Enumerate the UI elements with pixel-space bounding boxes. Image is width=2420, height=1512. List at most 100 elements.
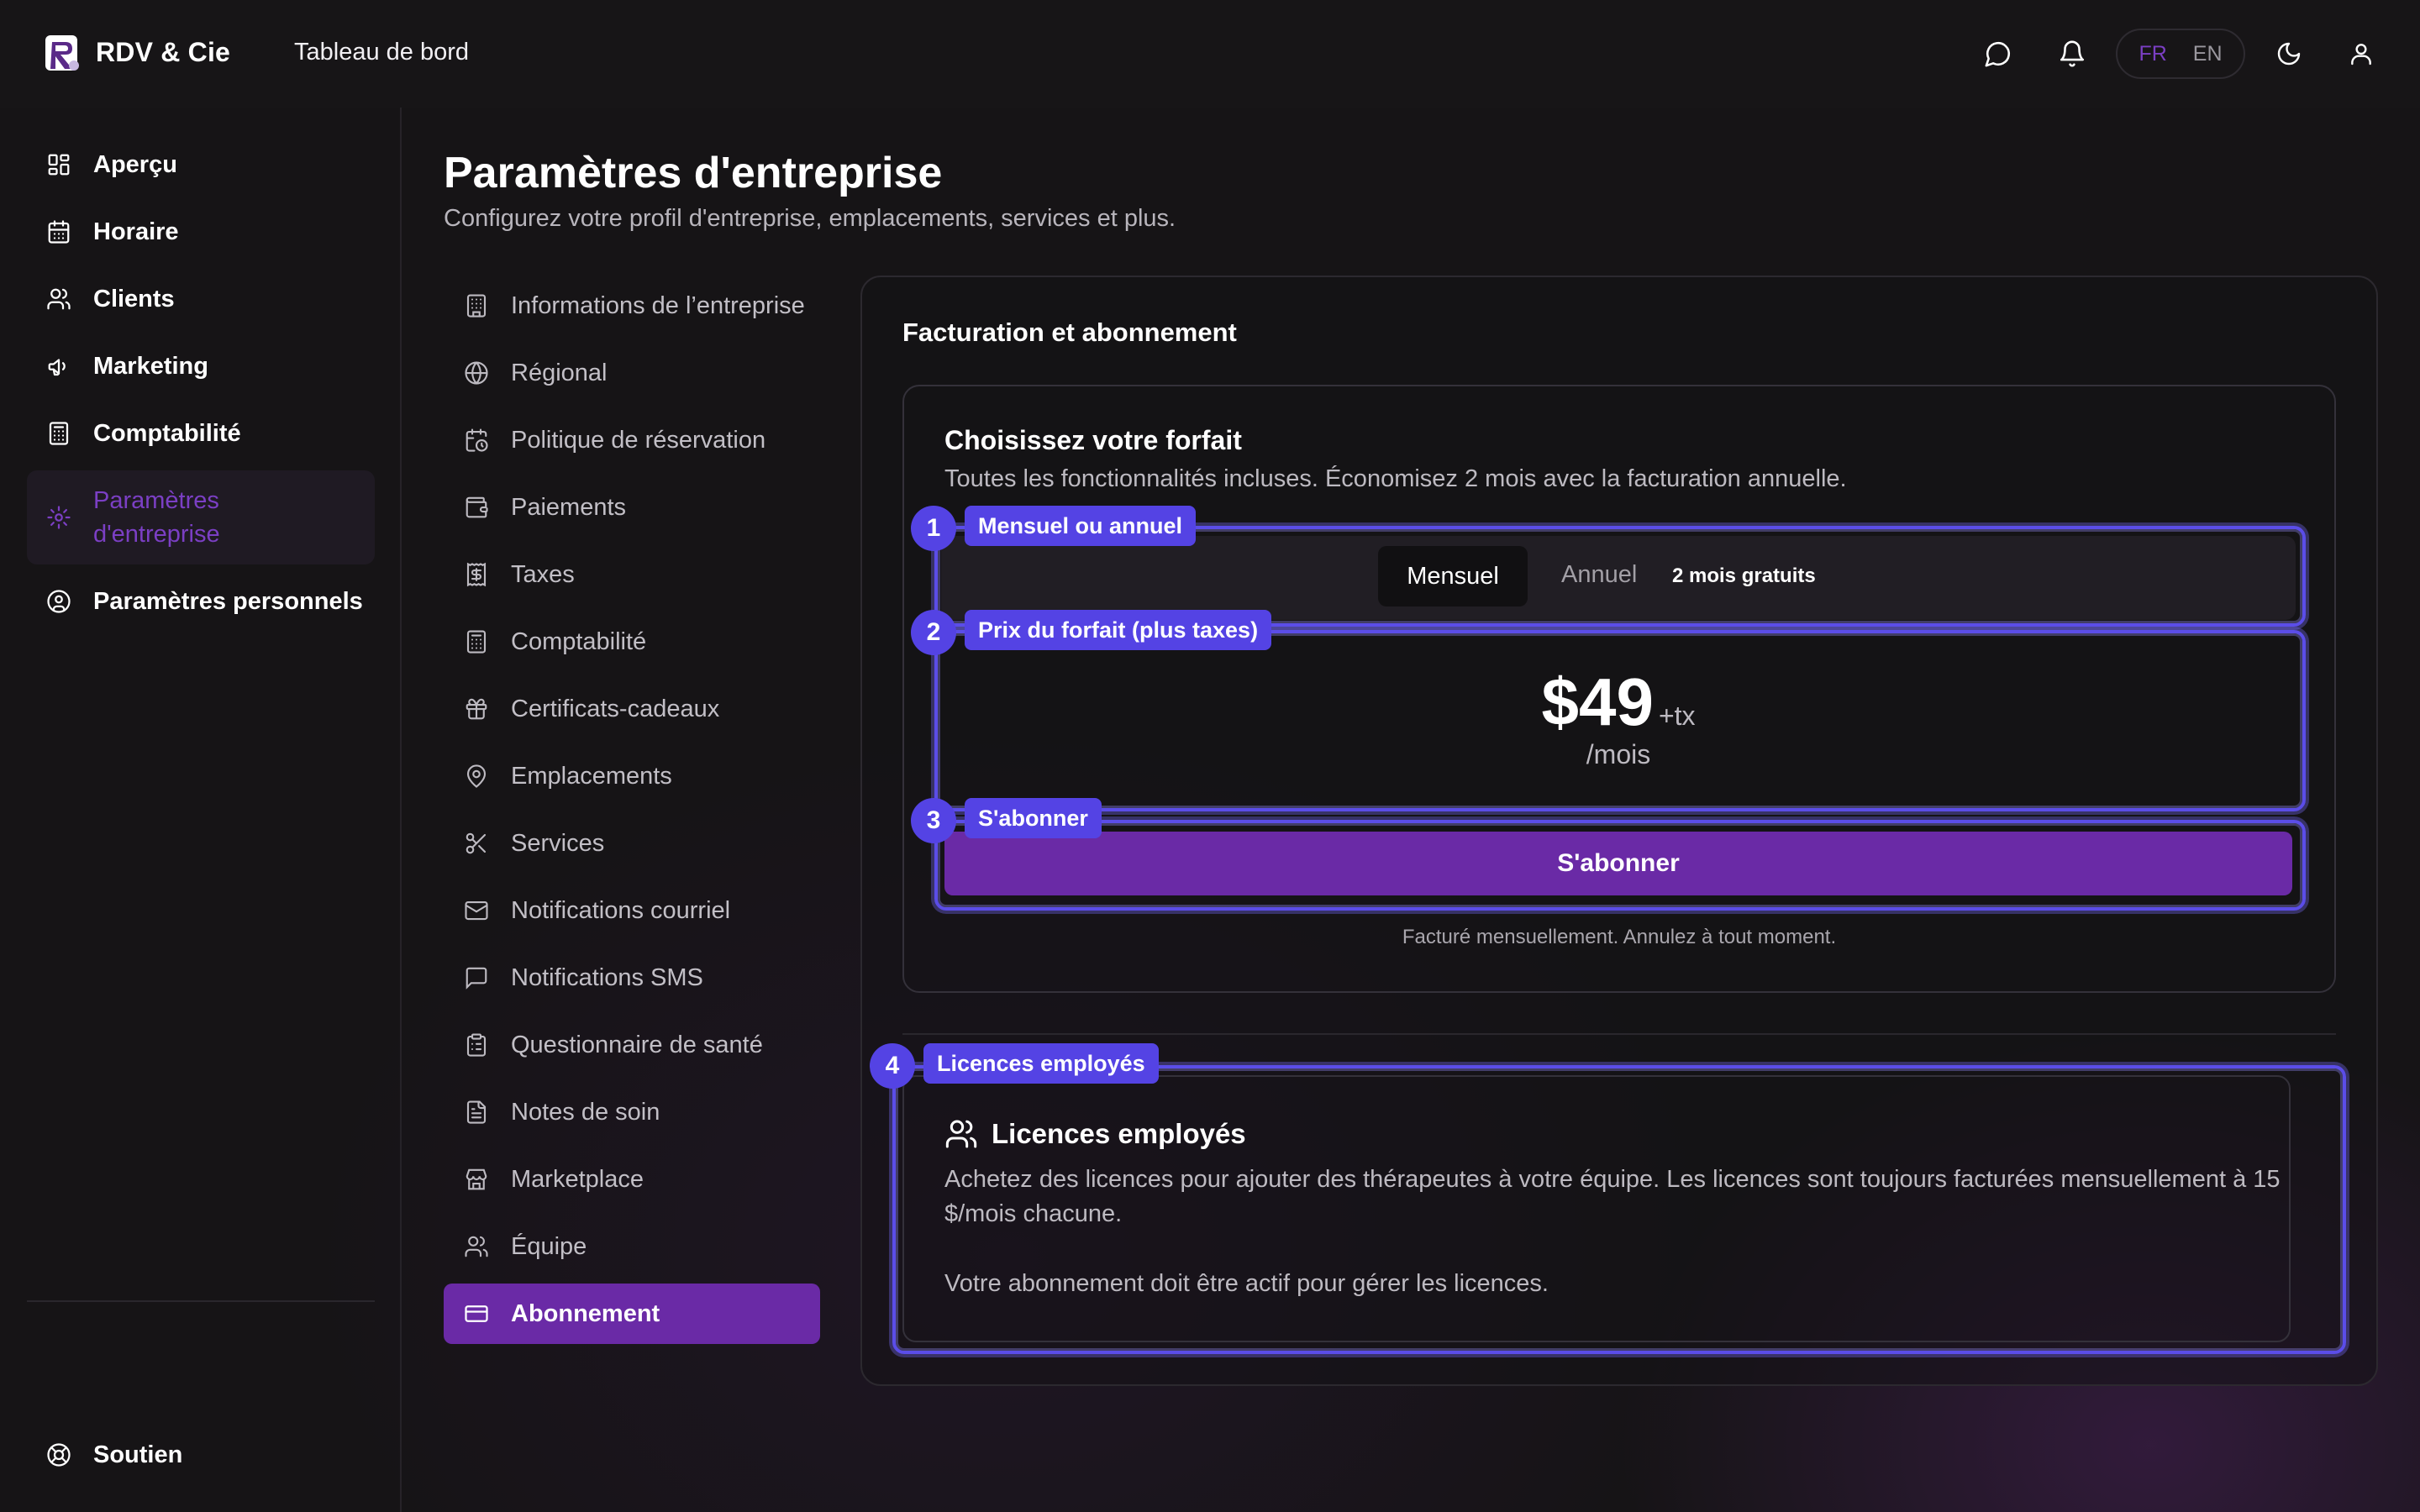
megaphone-icon xyxy=(44,351,74,381)
settings-nav-label: Informations de l’entreprise xyxy=(511,291,805,319)
brand-name[interactable]: RDV & Cie xyxy=(96,37,230,68)
sidebar-item-label: Horaire xyxy=(93,218,179,245)
highlight-tag-2: Prix du forfait (plus taxes) xyxy=(965,610,1272,650)
settings-nav-label: Marketplace xyxy=(511,1165,644,1193)
lang-en-option[interactable]: EN xyxy=(2193,42,2223,66)
globe-icon xyxy=(462,359,491,387)
highlight-box-4 xyxy=(892,1065,2346,1354)
gift-icon xyxy=(462,695,491,723)
page-title: Paramètres d'entreprise xyxy=(444,149,943,197)
calendar-clock-icon xyxy=(462,426,491,454)
sidebar-item-label: Soutien xyxy=(93,1441,183,1468)
receipt-dollar-icon xyxy=(462,560,491,589)
users-icon xyxy=(44,284,74,314)
settings-nav-politique-reservation[interactable]: Politique de réservation xyxy=(444,410,820,470)
wallet-icon xyxy=(462,493,491,522)
settings-nav-label: Régional xyxy=(511,359,608,386)
top-bar-title[interactable]: Tableau de bord xyxy=(294,39,469,66)
user-circle-icon xyxy=(44,586,74,617)
sidebar-item-label: Paramètres personnels xyxy=(93,588,363,615)
highlight-badge-1: 1 xyxy=(911,506,956,551)
plan-title: Choisissez votre forfait xyxy=(944,425,1242,455)
settings-nav-emplacements[interactable]: Emplacements xyxy=(444,746,820,806)
settings-nav-paiements[interactable]: Paiements xyxy=(444,477,820,538)
settings-nav-label: Taxes xyxy=(511,560,575,588)
sidebar-item-soutien[interactable]: Soutien xyxy=(27,1421,375,1488)
lang-fr-option[interactable]: FR xyxy=(2139,42,2166,66)
credit-card-icon xyxy=(462,1299,491,1328)
settings-nav-notes-soin[interactable]: Notes de soin xyxy=(444,1082,820,1142)
settings-nav-label: Notifications courriel xyxy=(511,896,731,924)
mail-icon xyxy=(462,896,491,925)
page-subtitle: Configurez votre profil d'entreprise, em… xyxy=(444,205,1176,232)
settings-nav-label: Certificats-cadeaux xyxy=(511,695,720,722)
highlight-badge-4: 4 xyxy=(870,1043,915,1089)
highlight-tag-1: Mensuel ou annuel xyxy=(965,506,1197,546)
store-icon xyxy=(462,1165,491,1194)
top-bar: RDV & Cie Tableau de bord FR EN xyxy=(0,0,2420,108)
settings-nav-label: Équipe xyxy=(511,1232,587,1260)
settings-nav-label: Politique de réservation xyxy=(511,426,766,454)
billing-note: Facturé mensuellement. Annulez à tout mo… xyxy=(1402,926,1837,948)
panel-divider xyxy=(902,1033,2336,1035)
highlight-badge-2: 2 xyxy=(911,610,956,655)
moon-icon[interactable] xyxy=(2272,37,2306,71)
sidebar-item-parametres-personnels[interactable]: Paramètres personnels xyxy=(27,568,375,635)
settings-nav-label: Abonnement xyxy=(511,1299,660,1327)
settings-nav-label: Questionnaire de santé xyxy=(511,1031,763,1058)
highlight-badge-3: 3 xyxy=(911,798,956,843)
calendar-icon xyxy=(44,217,74,247)
sidebar-item-label: Marketing xyxy=(93,353,208,380)
sidebar-item-marketing[interactable]: Marketing xyxy=(27,333,375,400)
sidebar-item-label: Paramètres d'entreprise xyxy=(93,487,220,548)
app-logo-icon[interactable] xyxy=(44,34,82,74)
settings-nav-marketplace[interactable]: Marketplace xyxy=(444,1149,820,1210)
sidebar-item-parametres-entreprise[interactable]: Paramètres d'entreprise xyxy=(27,470,375,564)
chat-icon[interactable] xyxy=(1981,37,2015,71)
message-square-icon xyxy=(462,963,491,992)
scissors-icon xyxy=(462,829,491,858)
sidebar-item-label: Comptabilité xyxy=(93,420,241,447)
settings-nav-regional[interactable]: Régional xyxy=(444,343,820,403)
dashboard-icon xyxy=(44,150,74,180)
highlight-box-2 xyxy=(934,630,2306,811)
lifebuoy-icon xyxy=(44,1440,74,1470)
settings-nav-abonnement[interactable]: Abonnement xyxy=(444,1284,820,1344)
settings-nav-notifications-courriel[interactable]: Notifications courriel xyxy=(444,880,820,941)
plan-description: Toutes les fonctionnalités incluses. Éco… xyxy=(944,465,1847,492)
settings-nav-informations[interactable]: Informations de l’entreprise xyxy=(444,276,820,336)
building-icon xyxy=(462,291,491,320)
highlight-box-3 xyxy=(934,820,2306,911)
sidebar-item-label: Clients xyxy=(93,286,175,312)
clipboard-icon xyxy=(462,1031,491,1059)
settings-nav-label: Services xyxy=(511,829,605,857)
sidebar-item-apercu[interactable]: Aperçu xyxy=(27,131,375,198)
bell-icon[interactable] xyxy=(2055,37,2089,71)
calculator-icon xyxy=(462,627,491,656)
settings-nav-taxes[interactable]: Taxes xyxy=(444,544,820,605)
settings-nav-label: Paiements xyxy=(511,493,627,521)
gear-icon xyxy=(44,502,74,533)
settings-nav-label: Comptabilité xyxy=(511,627,647,655)
settings-nav-comptabilite[interactable]: Comptabilité xyxy=(444,612,820,672)
map-pin-icon xyxy=(462,762,491,790)
user-icon[interactable] xyxy=(2344,37,2378,71)
settings-nav-label: Notifications SMS xyxy=(511,963,703,991)
settings-nav-label: Notes de soin xyxy=(511,1098,660,1126)
sidebar-item-horaire[interactable]: Horaire xyxy=(27,198,375,265)
settings-nav-questionnaire-sante[interactable]: Questionnaire de santé xyxy=(444,1015,820,1075)
sidebar-item-comptabilite[interactable]: Comptabilité xyxy=(27,400,375,467)
billing-title: Facturation et abonnement xyxy=(902,318,1237,347)
sidebar-item-label: Aperçu xyxy=(93,151,177,178)
settings-nav-label: Emplacements xyxy=(511,762,672,790)
users-icon xyxy=(462,1232,491,1261)
sidebar-divider xyxy=(27,1300,375,1302)
settings-nav-certificats-cadeaux[interactable]: Certificats-cadeaux xyxy=(444,679,820,739)
settings-nav-equipe[interactable]: Équipe xyxy=(444,1216,820,1277)
settings-nav-services[interactable]: Services xyxy=(444,813,820,874)
file-text-icon xyxy=(462,1098,491,1126)
language-toggle: FR EN xyxy=(2116,29,2245,79)
settings-nav-notifications-sms[interactable]: Notifications SMS xyxy=(444,948,820,1008)
sidebar-item-clients[interactable]: Clients xyxy=(27,265,375,333)
highlight-tag-4: Licences employés xyxy=(923,1043,1159,1084)
